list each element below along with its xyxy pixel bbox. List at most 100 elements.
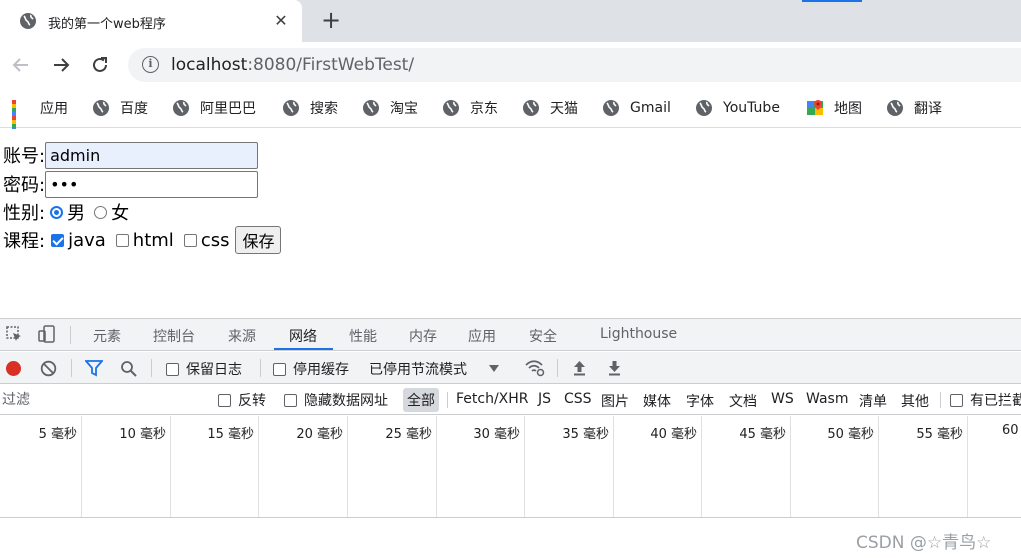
forward-button[interactable] <box>47 51 75 79</box>
bookmark-gmail[interactable]: Gmail <box>602 97 671 119</box>
bookmark-maps[interactable]: 地图 <box>806 97 862 119</box>
hide-data-urls-checkbox[interactable] <box>284 393 297 407</box>
tab-application[interactable]: 应用 <box>468 326 496 346</box>
throttling-value: 已停用节流模式 <box>369 362 467 378</box>
filter-input[interactable]: 过滤 <box>0 388 202 412</box>
filter-type-media[interactable]: 媒体 <box>643 391 671 411</box>
globe-icon <box>443 100 459 116</box>
network-toolbar: 保留日志 停用缓存 已停用节流模式 <box>0 352 1021 384</box>
bookmark-tmall[interactable]: 天猫 <box>522 97 578 119</box>
tab-lighthouse[interactable]: Lighthouse <box>600 326 677 342</box>
devtools-tab-bar: 元素 控制台 来源 网络 性能 内存 应用 安全 Lighthouse <box>0 319 1021 351</box>
globe-icon <box>523 100 539 116</box>
gender-radio-female[interactable] <box>94 205 108 219</box>
network-overview-timeline[interactable]: 5 毫秒 10 毫秒 15 毫秒 20 毫秒 25 毫秒 30 毫秒 35 毫秒… <box>0 416 1021 518</box>
filter-type-js[interactable]: JS <box>538 391 551 407</box>
apps-grid-icon <box>12 100 28 136</box>
tab-memory[interactable]: 内存 <box>409 326 437 346</box>
filter-type-wasm[interactable]: Wasm <box>806 391 848 407</box>
course-option-label: java <box>68 229 106 251</box>
timeline-tick: 10 毫秒 <box>82 416 171 517</box>
filter-type-all[interactable]: 全部 <box>403 388 439 412</box>
account-row: 账号: admin <box>3 141 259 169</box>
disable-cache-toggle[interactable]: 停用缓存 <box>273 359 349 379</box>
timeline-tick: 40 毫秒 <box>614 416 702 517</box>
bookmarks-bar: 应用 百度 阿里巴巴 搜索 淘宝 京东 天猫 Gmail YouTube 地图 … <box>0 88 1021 136</box>
watermark: CSDN @☆青鸟☆ <box>856 533 992 553</box>
disable-cache-checkbox[interactable] <box>273 362 286 376</box>
bookmark-label: YouTube <box>723 100 780 116</box>
back-button[interactable] <box>7 51 35 79</box>
preserve-log-toggle[interactable]: 保留日志 <box>166 359 242 379</box>
globe-icon <box>93 100 109 116</box>
blocked-cookies-checkbox[interactable] <box>950 393 963 407</box>
new-tab-button[interactable]: + <box>318 8 344 34</box>
timeline-tick: 20 毫秒 <box>259 416 348 517</box>
arrow-right-icon <box>54 58 70 72</box>
tab-sources[interactable]: 来源 <box>228 326 256 346</box>
throttling-select[interactable]: 已停用节流模式 <box>369 359 499 379</box>
filter-type-manifest[interactable]: 清单 <box>859 391 887 411</box>
password-input[interactable]: ••• <box>45 170 259 198</box>
network-conditions-icon[interactable] <box>524 359 546 377</box>
bookmark-apps[interactable]: 应用 <box>12 97 68 136</box>
timeline-tick: 30 毫秒 <box>437 416 525 517</box>
course-checkbox-css[interactable] <box>183 233 197 247</box>
export-har-icon[interactable] <box>607 360 622 376</box>
tab-elements[interactable]: 元素 <box>93 326 121 346</box>
bookmark-youtube[interactable]: YouTube <box>695 97 780 119</box>
clear-icon[interactable] <box>40 360 57 377</box>
course-checkbox-java[interactable] <box>51 233 65 247</box>
filter-type-ws[interactable]: WS <box>771 391 794 407</box>
tab-network[interactable]: 网络 <box>289 326 317 346</box>
course-option-label: html <box>132 229 174 251</box>
filter-type-font[interactable]: 字体 <box>686 391 714 411</box>
filter-type-other[interactable]: 其他 <box>901 391 929 411</box>
password-row: 密码: ••• <box>3 170 259 198</box>
gender-radio-male[interactable] <box>50 205 64 219</box>
active-tab-indicator <box>274 348 333 350</box>
reload-button[interactable] <box>86 51 114 79</box>
tab-console[interactable]: 控制台 <box>153 326 195 346</box>
filter-icon[interactable] <box>85 360 103 377</box>
timeline-tick: 45 毫秒 <box>702 416 791 517</box>
import-har-icon[interactable] <box>572 360 587 376</box>
bookmark-jd[interactable]: 京东 <box>442 97 498 119</box>
timeline-tick: 50 毫秒 <box>791 416 879 517</box>
filter-type-doc[interactable]: 文档 <box>729 391 757 411</box>
bookmark-baidu[interactable]: 百度 <box>92 97 148 119</box>
bookmark-taobao[interactable]: 淘宝 <box>362 97 418 119</box>
gender-row: 性别: 男 女 <box>3 198 129 226</box>
tab-security[interactable]: 安全 <box>529 326 557 346</box>
bookmark-alibaba[interactable]: 阿里巴巴 <box>172 97 256 119</box>
close-tab-icon[interactable]: ✕ <box>270 10 292 32</box>
tab-strip-accent <box>802 0 862 2</box>
toolbar-divider <box>71 359 72 377</box>
search-icon[interactable] <box>120 360 138 378</box>
course-checkbox-html[interactable] <box>115 233 129 247</box>
timeline-tick: 25 毫秒 <box>348 416 437 517</box>
save-button[interactable]: 保存 <box>235 226 282 254</box>
invert-checkbox[interactable] <box>218 393 231 407</box>
timeline-tick-label: 10 毫秒 <box>119 427 166 442</box>
record-icon[interactable] <box>5 360 22 377</box>
filter-type-css[interactable]: CSS <box>564 391 592 407</box>
toolbar-divider <box>151 359 152 377</box>
url-host: localhost <box>171 55 248 75</box>
invert-toggle[interactable]: 反转 <box>218 390 266 410</box>
address-bar[interactable]: i localhost:8080/FirstWebTest/ <box>128 48 1021 82</box>
device-toolbar-icon[interactable] <box>37 324 57 344</box>
inspect-element-icon[interactable] <box>4 324 24 344</box>
preserve-log-checkbox[interactable] <box>166 362 179 376</box>
tab-performance[interactable]: 性能 <box>349 326 377 346</box>
blocked-cookies-toggle[interactable]: 有已拦截 <box>950 390 1021 410</box>
site-info-icon[interactable]: i <box>142 56 159 73</box>
filter-type-fetch-xhr[interactable]: Fetch/XHR <box>456 391 529 407</box>
bookmark-search[interactable]: 搜索 <box>282 97 338 119</box>
hide-data-urls-toggle[interactable]: 隐藏数据网址 <box>284 390 388 410</box>
bookmark-translate[interactable]: 翻译 <box>886 97 942 119</box>
filter-type-img[interactable]: 图片 <box>601 391 629 411</box>
browser-tab[interactable]: 我的第一个web程序 ✕ <box>0 0 302 42</box>
bookmark-label: 阿里巴巴 <box>200 101 256 117</box>
account-input[interactable]: admin <box>45 141 259 169</box>
